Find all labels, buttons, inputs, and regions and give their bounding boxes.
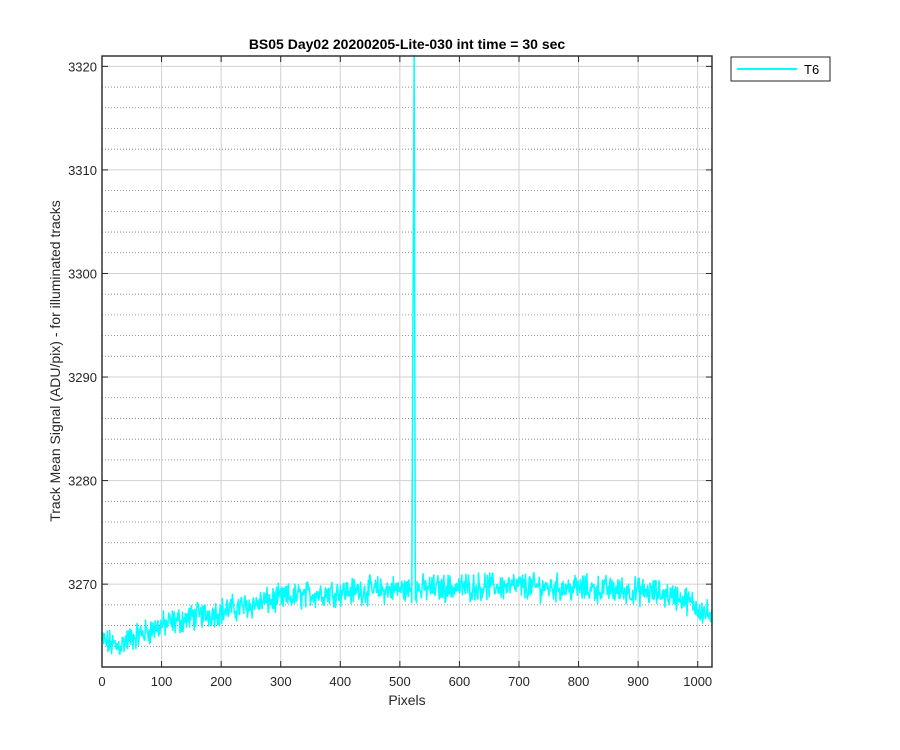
x-axis-label: Pixels bbox=[388, 692, 425, 708]
y-tick-label: 3270 bbox=[68, 577, 97, 592]
y-tick-label: 3320 bbox=[68, 59, 97, 74]
y-axis-label: Track Mean Signal (ADU/pix) - for illumi… bbox=[47, 200, 63, 522]
y-tick-label: 3280 bbox=[68, 474, 97, 489]
y-tick-label: 3290 bbox=[68, 370, 97, 385]
x-tick-label: 1000 bbox=[683, 674, 712, 689]
chart-title: BS05 Day02 20200205-Lite-030 int time = … bbox=[249, 36, 566, 52]
x-tick-label: 700 bbox=[508, 674, 530, 689]
legend: T6 bbox=[730, 56, 831, 82]
axes-background bbox=[102, 56, 712, 667]
y-tick-label: 3300 bbox=[68, 266, 97, 281]
x-tick-label: 300 bbox=[270, 674, 292, 689]
y-tick-label: 3310 bbox=[68, 163, 97, 178]
x-tick-label: 0 bbox=[98, 674, 105, 689]
x-tick-label: 900 bbox=[627, 674, 649, 689]
plot-area: 0 100 200 300 400 500 600 700 800 900 1000 3270 328… bbox=[68, 55, 713, 689]
x-tick-label: 800 bbox=[568, 674, 590, 689]
legend-label-t6: T6 bbox=[804, 62, 819, 77]
x-tick-label: 200 bbox=[210, 674, 232, 689]
x-tick-label: 100 bbox=[151, 674, 173, 689]
x-tick-label: 600 bbox=[449, 674, 471, 689]
x-tick-label: 500 bbox=[389, 674, 411, 689]
x-tick-label: 400 bbox=[329, 674, 351, 689]
chart-figure: 0 100 200 300 400 500 600 700 800 900 1000 3270 328… bbox=[0, 0, 900, 750]
